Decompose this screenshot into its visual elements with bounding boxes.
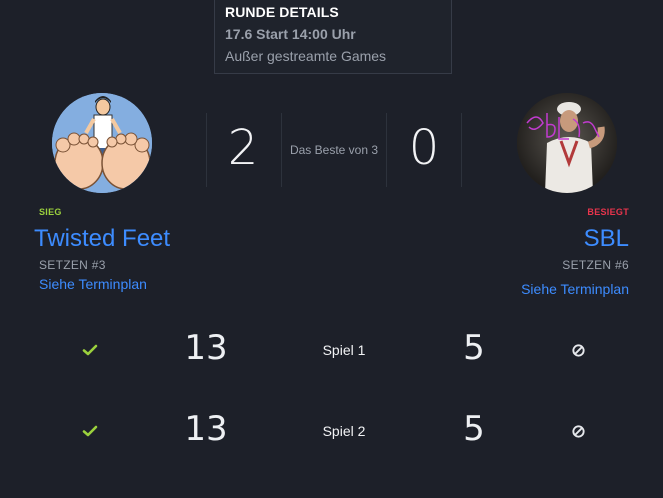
team-right-avatar[interactable]: [517, 93, 617, 193]
no-entry-icon: [572, 344, 585, 357]
game-score-right: 5: [463, 328, 485, 368]
game-label: Spiel 1: [322, 342, 366, 358]
team-left-seed: SETZEN #3: [39, 258, 106, 272]
game-score-left: 13: [184, 409, 228, 449]
score-divider: [386, 113, 387, 187]
match-score-right: 0: [408, 120, 440, 176]
score-divider: [206, 113, 207, 187]
score-divider: [461, 113, 462, 187]
game-score-left: 13: [184, 328, 228, 368]
no-entry-icon: [572, 425, 585, 438]
game-score-right: 5: [463, 409, 485, 449]
round-details-panel: RUNDE DETAILS 17.6 Start 14:00 Uhr Außer…: [214, 0, 452, 74]
game-row[interactable]: 13 Spiel 1 5: [0, 320, 663, 380]
team-right-schedule-link[interactable]: Siehe Terminplan: [521, 281, 629, 297]
round-datetime: 17.6 Start 14:00 Uhr: [225, 26, 356, 42]
match-score-left: 2: [227, 120, 259, 176]
cartoon-feet-avatar-icon: [52, 93, 152, 193]
round-subtitle: Außer gestreamte Games: [225, 48, 387, 64]
team-left-name[interactable]: Twisted Feet: [34, 225, 170, 253]
team-left-result: SIEG: [39, 207, 62, 217]
photo-avatar-icon: [517, 93, 617, 193]
team-right-name[interactable]: SBL: [584, 225, 629, 253]
check-icon: [82, 425, 98, 437]
game-row[interactable]: 13 Spiel 2 5: [0, 401, 663, 461]
team-right-result: BESIEGT: [587, 207, 629, 217]
check-icon: [82, 344, 98, 356]
team-left-schedule-link[interactable]: Siehe Terminplan: [39, 276, 147, 292]
best-of-label: Das Beste von 3: [289, 143, 379, 157]
team-left-avatar[interactable]: [52, 93, 152, 193]
team-right-seed: SETZEN #6: [562, 258, 629, 272]
round-details-title: RUNDE DETAILS: [225, 4, 339, 20]
game-label: Spiel 2: [322, 423, 366, 439]
